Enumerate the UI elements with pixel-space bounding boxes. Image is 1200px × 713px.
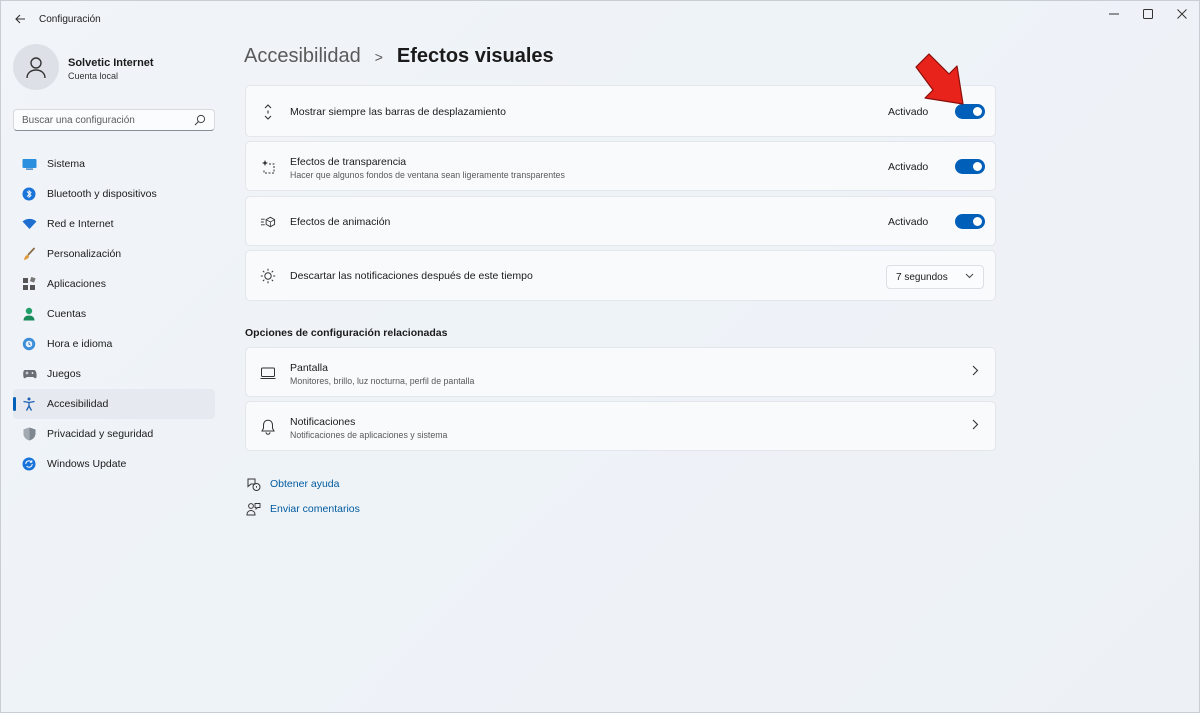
setting-title: Efectos de animación bbox=[290, 216, 391, 228]
sidebar-item-personalizacion[interactable]: Personalización bbox=[13, 239, 215, 269]
sidebar-item-aplicaciones[interactable]: Aplicaciones bbox=[13, 269, 215, 299]
related-description: Notificaciones de aplicaciones y sistema bbox=[290, 430, 448, 440]
setting-title: Mostrar siempre las barras de desplazami… bbox=[290, 106, 506, 118]
app-title: Configuración bbox=[39, 14, 101, 25]
toggle-knob bbox=[973, 162, 982, 171]
sidebar-item-windows-update[interactable]: Windows Update bbox=[13, 449, 215, 479]
profile-account-type: Cuenta local bbox=[68, 71, 119, 81]
sidebar-item-hora-idioma[interactable]: Hora e idioma bbox=[13, 329, 215, 359]
select-value: 7 segundos bbox=[896, 271, 948, 283]
brush-icon bbox=[21, 246, 37, 262]
related-title: Pantalla bbox=[290, 362, 328, 374]
sidebar-item-label: Aplicaciones bbox=[47, 278, 106, 290]
page-title: Efectos visuales bbox=[396, 45, 554, 67]
breadcrumb-parent[interactable]: Accesibilidad bbox=[244, 45, 361, 68]
breadcrumb: Accesibilidad > Efectos visuales bbox=[244, 45, 554, 68]
red-arrow-annotation bbox=[915, 53, 964, 105]
shield-icon bbox=[21, 426, 37, 442]
setting-title: Efectos de transparencia bbox=[290, 156, 407, 168]
minimize-icon bbox=[1109, 13, 1119, 15]
breadcrumb-separator: > bbox=[374, 48, 383, 65]
arrow-left-icon bbox=[14, 14, 25, 24]
user-icon bbox=[26, 57, 46, 79]
update-icon bbox=[21, 456, 37, 472]
sidebar-item-privacidad[interactable]: Privacidad y seguridad bbox=[13, 419, 215, 449]
related-card-notificaciones[interactable]: Notificaciones Notificaciones de aplicac… bbox=[245, 401, 996, 451]
chevron-down-icon bbox=[965, 271, 974, 281]
related-title: Notificaciones bbox=[290, 416, 356, 428]
send-feedback-link[interactable]: Enviar comentarios bbox=[245, 500, 360, 518]
monitor-icon bbox=[260, 365, 276, 381]
sidebar-item-label: Juegos bbox=[47, 368, 81, 380]
setting-description: Hacer que algunos fondos de ventana sean… bbox=[290, 170, 565, 180]
sidebar-item-label: Hora e idioma bbox=[47, 338, 113, 350]
avatar bbox=[13, 44, 59, 90]
wifi-icon bbox=[21, 216, 37, 232]
setting-card-transparency: Efectos de transparencia Hacer que algun… bbox=[245, 141, 996, 191]
related-settings-heading: Opciones de configuración relacionadas bbox=[245, 327, 448, 339]
globe-clock-icon bbox=[21, 336, 37, 352]
back-button[interactable] bbox=[9, 9, 31, 29]
toggle-state-label: Activado bbox=[888, 216, 929, 228]
title-bar: Configuración bbox=[1, 1, 1199, 37]
apps-icon bbox=[21, 276, 37, 292]
accessibility-icon bbox=[21, 396, 37, 412]
sidebar-item-label: Bluetooth y dispositivos bbox=[47, 188, 157, 200]
get-help-label: Obtener ayuda bbox=[270, 478, 340, 490]
sidebar-item-label: Red e Internet bbox=[47, 218, 114, 230]
setting-card-notification-timeout: Descartar las notificaciones después de … bbox=[245, 250, 996, 301]
animation-toggle[interactable] bbox=[955, 214, 985, 229]
sidebar-item-label: Cuentas bbox=[47, 308, 87, 320]
chevron-right-icon bbox=[972, 365, 979, 379]
scrollbar-icon bbox=[260, 104, 276, 120]
bluetooth-icon bbox=[21, 186, 37, 202]
gamepad-icon bbox=[21, 366, 37, 382]
setting-card-animation: Efectos de animación Activado bbox=[245, 196, 996, 246]
notification-timeout-select[interactable]: 7 segundos bbox=[886, 265, 984, 289]
related-description: Monitores, brillo, luz nocturna, perfil … bbox=[290, 376, 475, 386]
sidebar-item-label: Sistema bbox=[47, 158, 85, 170]
setting-card-scrollbars: Mostrar siempre las barras de desplazami… bbox=[245, 85, 996, 137]
sidebar-item-juegos[interactable]: Juegos bbox=[13, 359, 215, 389]
sidebar-item-label: Personalización bbox=[47, 248, 122, 260]
accounts-icon bbox=[21, 306, 37, 322]
user-profile[interactable]: Solvetic Internet Cuenta local bbox=[13, 44, 223, 92]
bell-icon bbox=[260, 419, 276, 435]
send-feedback-label: Enviar comentarios bbox=[270, 503, 360, 515]
feedback-icon bbox=[245, 501, 261, 517]
sidebar-item-accesibilidad[interactable]: Accesibilidad bbox=[13, 389, 215, 419]
minimize-button[interactable] bbox=[1095, 5, 1133, 23]
toggle-knob bbox=[973, 217, 982, 226]
maximize-icon bbox=[1143, 9, 1153, 19]
sidebar-nav: Sistema Bluetooth y dispositivos Red e I… bbox=[13, 149, 215, 479]
sidebar-item-label: Accesibilidad bbox=[47, 398, 109, 410]
animation-icon bbox=[260, 214, 276, 230]
transparency-icon bbox=[260, 159, 276, 175]
toggle-state-label: Activado bbox=[888, 161, 929, 173]
transparency-toggle[interactable] bbox=[955, 159, 985, 174]
close-icon bbox=[1177, 9, 1187, 19]
system-icon bbox=[21, 156, 37, 172]
search-icon[interactable] bbox=[194, 114, 206, 126]
sidebar-item-bluetooth[interactable]: Bluetooth y dispositivos bbox=[13, 179, 215, 209]
sidebar-item-sistema[interactable]: Sistema bbox=[13, 149, 215, 179]
sidebar-item-label: Windows Update bbox=[47, 458, 127, 470]
get-help-link[interactable]: Obtener ayuda bbox=[245, 475, 339, 493]
sidebar-item-cuentas[interactable]: Cuentas bbox=[13, 299, 215, 329]
sidebar-item-red-internet[interactable]: Red e Internet bbox=[13, 209, 215, 239]
close-button[interactable] bbox=[1163, 5, 1200, 23]
search-input[interactable] bbox=[14, 110, 184, 131]
chevron-right-icon bbox=[972, 419, 979, 433]
maximize-button[interactable] bbox=[1129, 5, 1167, 23]
setting-title: Descartar las notificaciones después de … bbox=[290, 270, 533, 282]
settings-window: Configuración Solvetic Internet Cuenta l… bbox=[0, 0, 1200, 713]
search-box bbox=[13, 109, 215, 131]
brightness-icon bbox=[260, 268, 276, 284]
related-card-pantalla[interactable]: Pantalla Monitores, brillo, luz nocturna… bbox=[245, 347, 996, 397]
profile-name: Solvetic Internet bbox=[68, 57, 154, 69]
help-icon bbox=[245, 476, 261, 492]
sidebar-item-label: Privacidad y seguridad bbox=[47, 428, 154, 440]
